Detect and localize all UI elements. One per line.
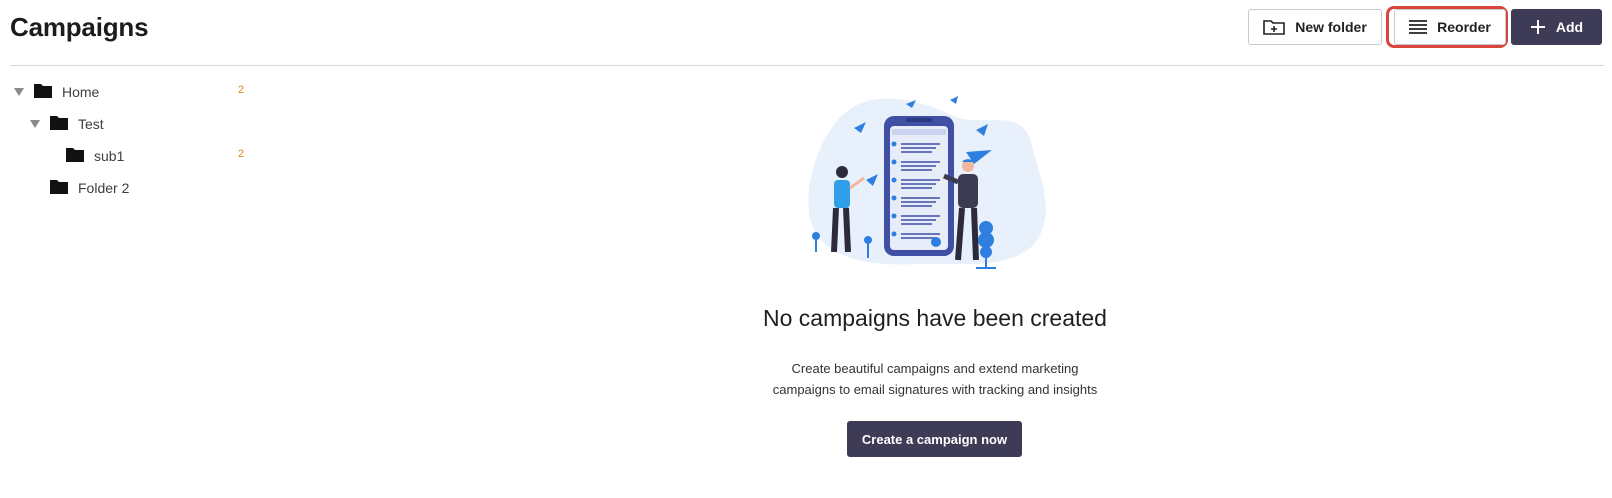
- tree-item-label: Home: [62, 84, 100, 100]
- reorder-label: Reorder: [1437, 19, 1491, 35]
- new-folder-button[interactable]: New folder: [1248, 9, 1382, 45]
- add-label: Add: [1555, 19, 1584, 35]
- empty-state-description-line: Create beautiful campaigns and extend ma…: [791, 361, 1079, 376]
- plus-icon: [1530, 19, 1546, 35]
- page-title: Campaigns: [10, 12, 149, 42]
- caret-down-icon[interactable]: [12, 88, 26, 96]
- tree-item-home[interactable]: Home: [12, 78, 99, 106]
- new-folder-label: New folder: [1295, 19, 1367, 35]
- folder-icon: [50, 115, 68, 133]
- add-button[interactable]: Add: [1511, 9, 1602, 45]
- caret-down-icon[interactable]: [28, 120, 42, 128]
- folder-icon: [66, 147, 84, 165]
- tree-item-folder-2[interactable]: Folder 2: [50, 174, 129, 202]
- page-header: Campaigns New folder Reorder Add: [0, 0, 1612, 66]
- empty-state-title: No campaigns have been created: [763, 305, 1107, 331]
- tree-item-count: 2: [238, 148, 245, 160]
- menu-lines-icon: [1409, 20, 1428, 34]
- empty-state-description-line: campaigns to email signatures with track…: [772, 382, 1098, 397]
- create-campaign-button[interactable]: Create a campaign now: [847, 421, 1022, 457]
- folder-icon: [34, 83, 52, 101]
- reorder-button[interactable]: Reorder: [1394, 9, 1506, 45]
- header-divider: [10, 65, 1604, 66]
- tree-item-count: 2: [238, 84, 245, 96]
- tree-item-sub1[interactable]: sub1: [66, 142, 124, 170]
- tree-item-label: Test: [78, 116, 104, 132]
- empty-state-description: Create beautiful campaigns and extend ma…: [680, 358, 1190, 400]
- tree-item-label: Folder 2: [78, 180, 130, 196]
- folder-icon: [50, 179, 68, 197]
- tree-item-label: sub1: [94, 148, 125, 164]
- tree-item-test[interactable]: Test: [28, 110, 104, 138]
- empty-state-illustration: [806, 92, 1062, 278]
- folder-plus-icon: [1263, 19, 1286, 35]
